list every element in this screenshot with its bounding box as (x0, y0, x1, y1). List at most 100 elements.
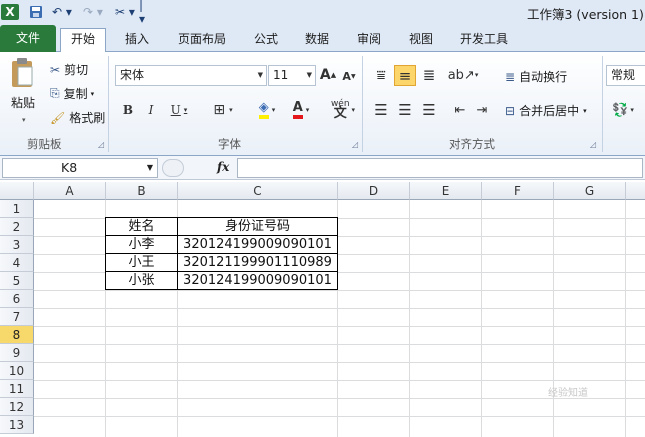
tab-page-layout[interactable]: 页面布局 (170, 29, 234, 51)
row-header-13[interactable]: 13 (0, 416, 34, 434)
copy-button[interactable]: ⎘ 复制 ▾ (50, 85, 94, 102)
tools-icon[interactable]: ✂ ▾ (112, 4, 138, 20)
tab-insert[interactable]: 插入 (117, 29, 157, 51)
name-box[interactable]: K8 ▼ (2, 158, 158, 178)
align-right-icon[interactable]: ☰ (419, 101, 439, 119)
row-header-2[interactable]: 2 (0, 218, 34, 236)
decrease-indent-icon[interactable]: ⇤ (450, 101, 470, 119)
column-header-d[interactable]: D (338, 182, 410, 200)
bold-icon[interactable]: B (119, 101, 137, 119)
brush-icon: 🖌 (50, 110, 66, 125)
insert-function-icon[interactable]: fx (217, 160, 229, 174)
font-size-select[interactable]: 11 ▼ (268, 65, 316, 86)
align-center-icon[interactable]: ☰ (395, 101, 415, 119)
tab-developer[interactable]: 开发工具 (452, 29, 516, 51)
name-box-value: K8 (61, 160, 78, 175)
group-separator (362, 56, 363, 152)
orientation-icon[interactable]: ab↗ ▾ (448, 65, 479, 85)
wrap-text-button[interactable]: ≣ 自动换行 (505, 68, 567, 85)
gridline (34, 380, 645, 381)
ribbon-tabs: 文件 开始 插入 页面布局 公式 数据 审阅 视图 开发工具 (0, 24, 645, 52)
shrink-font-icon[interactable]: A ▼ (342, 68, 356, 84)
italic-icon[interactable]: I (142, 101, 160, 119)
copy-dropdown-icon: ▾ (90, 89, 95, 98)
column-header-e[interactable]: E (410, 182, 482, 200)
table-cell-name[interactable]: 小王 (105, 254, 178, 272)
ribbon: 粘贴 ▾ ✂ 剪切 ⎘ 复制 ▾ 🖌 格式刷 剪贴板 ◿ 宋体 ▼ 11 ▼ A… (0, 52, 645, 156)
format-painter-button[interactable]: 🖌 格式刷 (50, 109, 105, 126)
tab-formulas[interactable]: 公式 (246, 29, 286, 51)
accounting-format-icon[interactable]: 💱 ▾ (608, 101, 638, 119)
table-cell-id[interactable]: 320124199009090101 (178, 236, 338, 254)
copy-icon: ⎘ (50, 86, 60, 100)
gridline (34, 416, 645, 417)
select-all-corner[interactable] (0, 182, 34, 200)
font-color-icon[interactable]: A ▾ (286, 100, 316, 120)
number-format-value: 常规 (611, 68, 636, 82)
column-header-f[interactable]: F (482, 182, 554, 200)
tab-review[interactable]: 审阅 (349, 29, 389, 51)
row-header-1[interactable]: 1 (0, 200, 34, 218)
borders-icon[interactable]: ⊞ ▾ (208, 101, 238, 119)
underline-icon[interactable]: U ▾ (165, 101, 193, 119)
row-header-8-active[interactable]: 8 (0, 326, 34, 344)
row-header-4[interactable]: 4 (0, 254, 34, 272)
gridline (34, 362, 645, 363)
row-header-6[interactable]: 6 (0, 290, 34, 308)
row-header-10[interactable]: 10 (0, 362, 34, 380)
table-cell-name[interactable]: 小李 (105, 236, 178, 254)
undo-icon[interactable]: ↶ ▾ (49, 4, 75, 20)
group-separator (602, 56, 603, 152)
align-top-icon[interactable]: ⩸ (371, 66, 391, 84)
align-left-icon[interactable]: ☰ (371, 101, 391, 119)
increase-indent-icon[interactable]: ⇥ (472, 101, 492, 119)
row-header-11[interactable]: 11 (0, 380, 34, 398)
tab-file[interactable]: 文件 (0, 25, 56, 52)
phonetic-guide-icon[interactable]: wén 文 ▾ (328, 99, 358, 121)
column-header-c[interactable]: C (178, 182, 338, 200)
table-header-name[interactable]: 姓名 (105, 217, 178, 236)
column-header-g[interactable]: G (554, 182, 626, 200)
tab-view[interactable]: 视图 (401, 29, 441, 51)
align-bottom-icon[interactable]: ≣ (419, 66, 439, 84)
row-header-12[interactable]: 12 (0, 398, 34, 416)
column-header-b[interactable]: B (106, 182, 178, 200)
table-cell-name[interactable]: 小张 (105, 272, 178, 290)
save-icon[interactable] (27, 4, 45, 20)
wrap-text-icon: ≣ (505, 69, 516, 84)
fill-color-icon[interactable]: ◈ ▾ (252, 100, 282, 120)
font-size-value: 11 (273, 68, 289, 82)
row-header-3[interactable]: 3 (0, 236, 34, 254)
cut-label: 剪切 (64, 63, 89, 77)
font-name-select[interactable]: 宋体 ▼ (115, 65, 267, 86)
paste-icon[interactable] (8, 56, 36, 90)
row-header-7[interactable]: 7 (0, 308, 34, 326)
formula-bar-splitter[interactable] (162, 159, 184, 177)
clipboard-launcher-icon[interactable]: ◿ (98, 140, 104, 149)
table-cell-id[interactable]: 320121199901110989 (178, 254, 338, 272)
tab-home[interactable]: 开始 (60, 28, 106, 52)
cut-button[interactable]: ✂ 剪切 (50, 61, 88, 78)
formula-input[interactable] (237, 158, 643, 178)
tab-data[interactable]: 数据 (297, 29, 337, 51)
font-launcher-icon[interactable]: ◿ (352, 140, 358, 149)
row-header-5[interactable]: 5 (0, 272, 34, 290)
column-header-a[interactable]: A (34, 182, 106, 200)
column-header-h[interactable] (626, 182, 645, 200)
table-cell-id[interactable]: 320124199009090101 (178, 272, 338, 290)
align-middle-icon[interactable]: ≡ (394, 65, 416, 86)
table-header-id[interactable]: 身份证号码 (178, 217, 338, 236)
paste-dropdown-icon[interactable]: ▾ (22, 116, 26, 124)
formula-bar: K8 ▼ fx (0, 156, 645, 180)
font-name-value: 宋体 (120, 68, 145, 82)
copy-label: 复制 (63, 87, 88, 101)
row-header-9[interactable]: 9 (0, 344, 34, 362)
alignment-launcher-icon[interactable]: ◿ (590, 140, 596, 149)
number-format-select[interactable]: 常规 (606, 65, 645, 86)
grow-font-icon[interactable]: A ▲ (320, 66, 336, 84)
paste-button[interactable]: 粘贴 (11, 94, 35, 111)
gridline (34, 326, 645, 327)
redo-icon[interactable]: ↷ ▾ (80, 4, 106, 20)
customize-toolbar-icon[interactable]: |▾ (139, 0, 149, 26)
merge-center-button[interactable]: ⊟ 合并后居中 ▾ (505, 102, 587, 119)
